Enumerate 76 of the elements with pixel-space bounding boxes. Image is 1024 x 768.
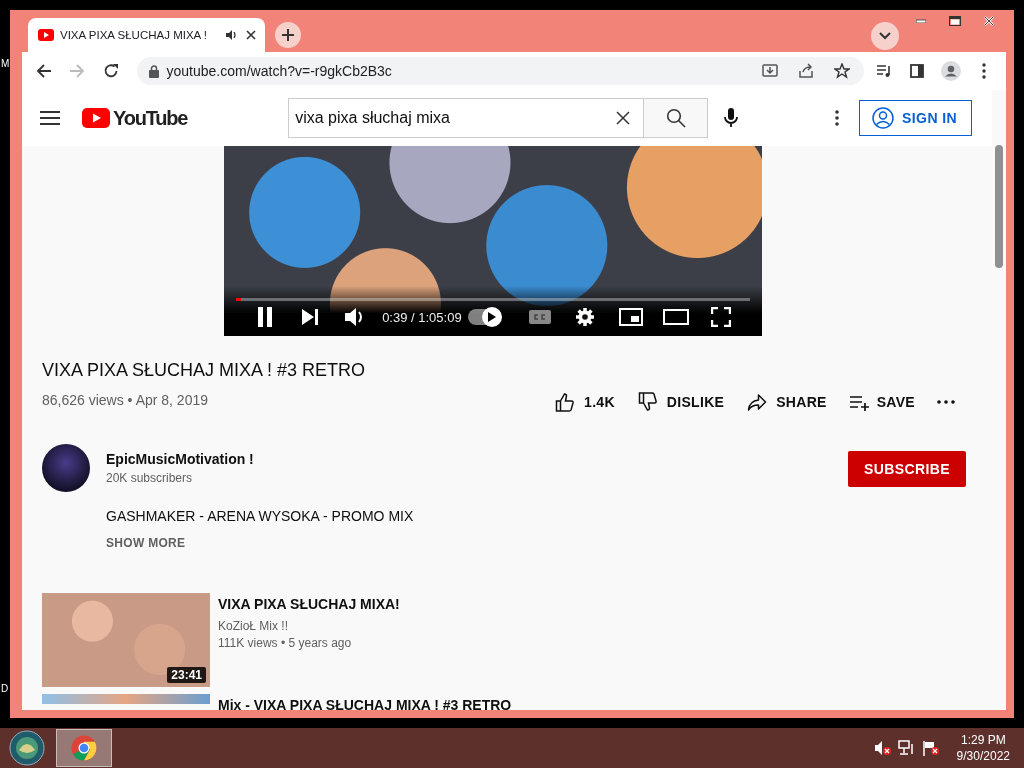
share-icon <box>746 392 769 412</box>
start-icon <box>9 730 45 766</box>
address-bar[interactable]: youtube.com/watch?v=-r9gkCb2B3c <box>136 57 864 85</box>
reload-icon <box>102 63 119 79</box>
install-icon <box>761 63 778 79</box>
video-player[interactable]: 0:39 / 1:05:09 <box>224 146 762 336</box>
sign-in-button[interactable]: SIGN IN <box>859 100 972 136</box>
show-more-button[interactable]: SHOW MORE <box>106 536 186 550</box>
video-description: GASHMAKER - ARENA WYSOKA - PROMO MIX <box>106 508 415 524</box>
bookmark-star-icon <box>833 63 850 79</box>
menu-icon <box>982 63 987 79</box>
minimize-icon <box>916 19 926 23</box>
autoplay-toggle[interactable] <box>467 309 502 325</box>
like-icon <box>554 392 577 412</box>
next-icon <box>301 308 320 326</box>
more-icon <box>937 400 955 404</box>
play-icon <box>487 312 496 322</box>
video-thumbnail-placeholder[interactable] <box>42 694 210 704</box>
video-thumbnail-placeholder[interactable]: 23:41 <box>42 593 210 687</box>
media-control-icon <box>875 64 892 78</box>
clear-search-icon <box>616 111 631 125</box>
maximize-icon <box>949 16 961 26</box>
subscriber-count: 20K subscribers <box>106 471 194 485</box>
youtube-logo[interactable]: YouTube <box>82 106 188 130</box>
start-button[interactable] <box>8 729 46 767</box>
channel-name[interactable]: EpicMusicMotivation ! <box>106 451 848 467</box>
desktop-icon-label: D <box>1 683 9 694</box>
share-icon <box>797 63 814 79</box>
related-video-meta: 111K views • 5 years ago <box>218 636 353 650</box>
new-tab-button[interactable] <box>275 22 301 48</box>
side-panel-icon <box>910 64 925 78</box>
subscribe-button[interactable]: SUBSCRIBE <box>847 451 966 487</box>
share-button[interactable]: SHARE <box>735 384 838 420</box>
account-icon <box>872 107 895 129</box>
desktop-icon-label: M <box>1 58 10 69</box>
browser-tab[interactable]: VIXA PIXA SŁUCHAJ MIXA ! <box>28 18 265 52</box>
like-button[interactable]: 1.4K <box>543 384 626 420</box>
youtube-favicon <box>38 29 54 41</box>
more-options-icon <box>835 110 840 126</box>
save-button[interactable]: SAVE <box>837 384 926 420</box>
play-logo-icon <box>82 108 110 128</box>
search-icon <box>665 108 686 128</box>
related-video-title[interactable]: Mix - VIXA PIXA SŁUCHAJ MIXA ! #3 RETRO <box>218 696 512 710</box>
microphone-icon <box>723 108 738 128</box>
lock-icon <box>148 64 159 78</box>
chrome-taskbar-button[interactable] <box>56 729 112 767</box>
speaker-icon <box>225 29 237 41</box>
video-meta: 86,626 views • Apr 8, 2019 <box>42 392 209 408</box>
tab-search-icon <box>879 32 891 40</box>
tab-title: VIXA PIXA SŁUCHAJ MIXA ! <box>60 29 208 41</box>
menu-icon <box>40 111 60 125</box>
video-duration: 23:41 <box>167 667 206 683</box>
back-icon <box>35 63 52 79</box>
taskbar-clock[interactable]: 1:29 PM 9/30/2022 <box>956 732 1010 764</box>
close-icon <box>983 16 995 26</box>
subtitles-icon <box>528 310 551 324</box>
scrollbar-thumb[interactable] <box>995 145 1003 268</box>
pause-icon <box>256 307 273 327</box>
forward-icon <box>69 63 86 79</box>
video-time: 0:39 / 1:05:09 <box>382 309 462 325</box>
search-field[interactable]: vixa pixa słuchaj mixa <box>288 98 645 138</box>
channel-avatar[interactable] <box>42 444 90 492</box>
fullscreen-icon <box>711 307 732 327</box>
theater-mode-icon <box>663 309 689 325</box>
settings-icon <box>575 307 596 327</box>
chrome-taskbar-icon <box>71 735 97 761</box>
new-tab-icon <box>281 28 295 42</box>
tab-search-button[interactable] <box>871 22 899 50</box>
video-title: VIXA PIXA SŁUCHAJ MIXA ! #3 RETRO <box>42 359 367 382</box>
miniplayer-icon <box>618 308 643 326</box>
dislike-icon <box>636 392 659 412</box>
related-channel-name: KoZioŁ Mix !! <box>218 619 290 633</box>
search-button[interactable] <box>644 98 709 138</box>
related-video-title[interactable]: VIXA PIXA SŁUCHAJ MIXA! <box>218 595 400 613</box>
dislike-button[interactable]: DISLIKE <box>625 384 736 420</box>
profile-icon <box>940 61 961 81</box>
